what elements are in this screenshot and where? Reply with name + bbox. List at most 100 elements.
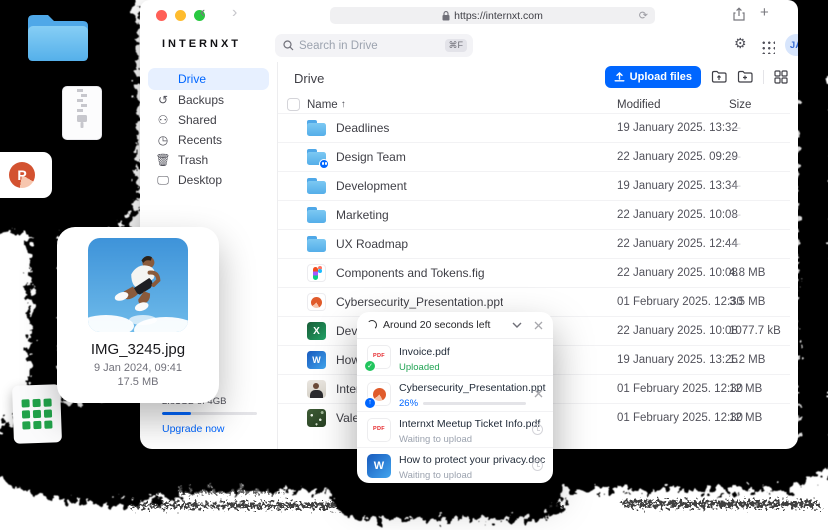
file-modified: 22 January 2025. 10:08	[617, 267, 738, 279]
sidebar-item[interactable]: ↺ Backups	[148, 90, 269, 110]
table-row[interactable]: Development 19 January 2025. 13:34 —	[278, 171, 790, 200]
column-size[interactable]: Size	[729, 99, 751, 111]
new-tab-icon[interactable]: +	[760, 4, 769, 21]
table-row[interactable]: Components and Tokens.fig 22 January 202…	[278, 258, 790, 287]
app-header: INTERNXT Search in Drive ⌘F ⚙ JA	[140, 30, 798, 62]
search-placeholder: Search in Drive	[299, 40, 440, 52]
table-row[interactable]: UX Roadmap 22 January 2025. 12:44 —	[278, 229, 790, 258]
file-name: Cybersecurity_Presentation.ppt	[336, 295, 503, 309]
file-name: Components and Tokens.fig	[336, 266, 485, 280]
breadcrumb: Drive	[294, 71, 324, 86]
sidebar-item-icon: 🗑	[156, 153, 170, 167]
sort-ascending-icon[interactable]: ↑	[341, 99, 346, 110]
upload-item-main: Invoice.pdf Uploaded	[399, 342, 543, 373]
powerpoint-logo: P	[9, 162, 35, 188]
sidebar-item-icon: ◷	[156, 133, 170, 147]
file-modified: 22 January 2025. 10:08	[617, 209, 738, 221]
upgrade-link[interactable]: Upgrade now	[162, 423, 257, 435]
file-size: —	[729, 122, 741, 134]
file-name: Development	[336, 179, 407, 193]
waiting-clock-icon	[532, 460, 543, 471]
sidebar-item-icon: ↺	[156, 93, 170, 107]
new-folder-icon[interactable]	[737, 70, 753, 84]
file-size: —	[729, 151, 741, 163]
chevron-down-icon[interactable]	[512, 322, 522, 328]
upload-status-badge: ✓	[364, 360, 376, 372]
sidebar-item[interactable]: ⚇ Shared	[148, 110, 269, 130]
browser-back-icon[interactable]: ‹	[200, 4, 205, 22]
traffic-lights[interactable]	[156, 10, 205, 21]
share-icon[interactable]	[732, 7, 746, 22]
sidebar-item-label: Trash	[178, 153, 208, 167]
search-input[interactable]: Search in Drive ⌘F	[275, 34, 473, 57]
settings-gear-icon[interactable]: ⚙	[734, 35, 747, 52]
sidebar-item[interactable]: 🗑 Trash	[148, 150, 269, 170]
minimize-window-button[interactable]	[175, 10, 186, 21]
sidebar-item[interactable]: ◷ Recents	[148, 130, 269, 150]
sidebar-item[interactable]: Drive	[148, 68, 269, 90]
table-row[interactable]: Deadlines 19 January 2025. 13:32 —	[278, 113, 790, 142]
upload-progress-popup: Around 20 seconds left ✓ Invoice.pdf Up	[357, 312, 553, 483]
preview-date: 9 Jan 2024, 09:41	[57, 362, 219, 374]
file-type-icon	[307, 119, 326, 137]
file-type-icon	[307, 380, 326, 398]
file-modified: 22 January 2025. 09:29	[617, 151, 738, 163]
file-modified: 22 January 2025. 10:08	[617, 325, 738, 337]
popup-header: Around 20 seconds left	[357, 312, 553, 339]
file-size: —	[729, 180, 741, 192]
reload-icon[interactable]: ⟳	[639, 9, 648, 22]
upload-status-text: Waiting to upload	[399, 470, 472, 481]
upload-item-name: Invoice.pdf	[399, 346, 450, 358]
upload-folder-icon[interactable]	[711, 70, 727, 84]
content-header: Drive Upload files	[278, 62, 798, 96]
url-bar[interactable]: https://internxt.com ⟳	[330, 7, 655, 24]
file-type-icon	[307, 264, 326, 282]
select-all-checkbox[interactable]	[287, 98, 300, 111]
upload-item-icon	[367, 454, 391, 478]
upload-item-name: Cybersecurity_Presentation.ppt	[399, 382, 546, 394]
column-name[interactable]: Name	[307, 99, 338, 111]
file-modified: 19 January 2025. 13:32	[617, 122, 738, 134]
shared-badge	[319, 159, 329, 169]
upload-item-main: Cybersecurity_Presentation.ppt 26%	[399, 378, 526, 409]
storage-progress-fill	[162, 412, 191, 415]
file-size: 1077.7 kB	[729, 325, 781, 337]
table-row[interactable]: Marketing 22 January 2025. 10:08 —	[278, 200, 790, 229]
column-modified[interactable]: Modified	[617, 99, 660, 111]
file-type-icon	[307, 322, 326, 340]
spreadsheet-grid	[21, 398, 52, 429]
avatar[interactable]: JA	[785, 34, 798, 56]
sidebar-item-label: Recents	[178, 133, 222, 147]
file-name: Marketing	[336, 208, 389, 222]
file-modified: 01 February 2025. 12:30	[617, 296, 743, 308]
apps-grid-icon[interactable]	[761, 40, 775, 54]
sidebar-item[interactable]: 🖵 Desktop	[148, 170, 269, 190]
upload-progress-track	[423, 402, 526, 405]
stage: P ‹ › https://internxt.com ⟳	[0, 0, 828, 530]
sidebar-item-label: Backups	[178, 93, 224, 107]
upload-files-button[interactable]: Upload files	[605, 66, 701, 88]
browser-forward-icon[interactable]: ›	[232, 4, 237, 22]
file-name: Deadlines	[336, 121, 389, 135]
close-window-button[interactable]	[156, 10, 167, 21]
file-modified: 22 January 2025. 12:44	[617, 238, 738, 250]
browser-chrome: ‹ › https://internxt.com ⟳ +	[140, 0, 798, 30]
file-modified: 01 February 2025. 12:30	[617, 383, 743, 395]
toolbar: Upload files	[605, 66, 788, 88]
cancel-upload-icon[interactable]	[534, 389, 543, 398]
close-popup-icon[interactable]	[534, 321, 543, 330]
grid-view-icon[interactable]	[774, 70, 788, 84]
search-shortcut-badge: ⌘F	[445, 39, 468, 52]
toolbar-divider	[763, 70, 764, 84]
file-size: 1.2 MB	[729, 354, 765, 366]
file-size: —	[729, 238, 741, 250]
file-size: 4.8 MB	[729, 267, 765, 279]
sidebar-item-label: Shared	[178, 113, 217, 127]
upload-item-icon	[367, 418, 391, 442]
upload-status-text: Waiting to upload	[399, 434, 472, 445]
upload-item-name: How to protect your privacy.doc	[399, 454, 545, 466]
table-row[interactable]: Design Team 22 January 2025. 09:29 —	[278, 142, 790, 171]
storage-progress-track	[162, 412, 257, 415]
upload-item-status: Uploaded	[399, 362, 543, 373]
internxt-logo: INTERNXT	[162, 38, 241, 50]
